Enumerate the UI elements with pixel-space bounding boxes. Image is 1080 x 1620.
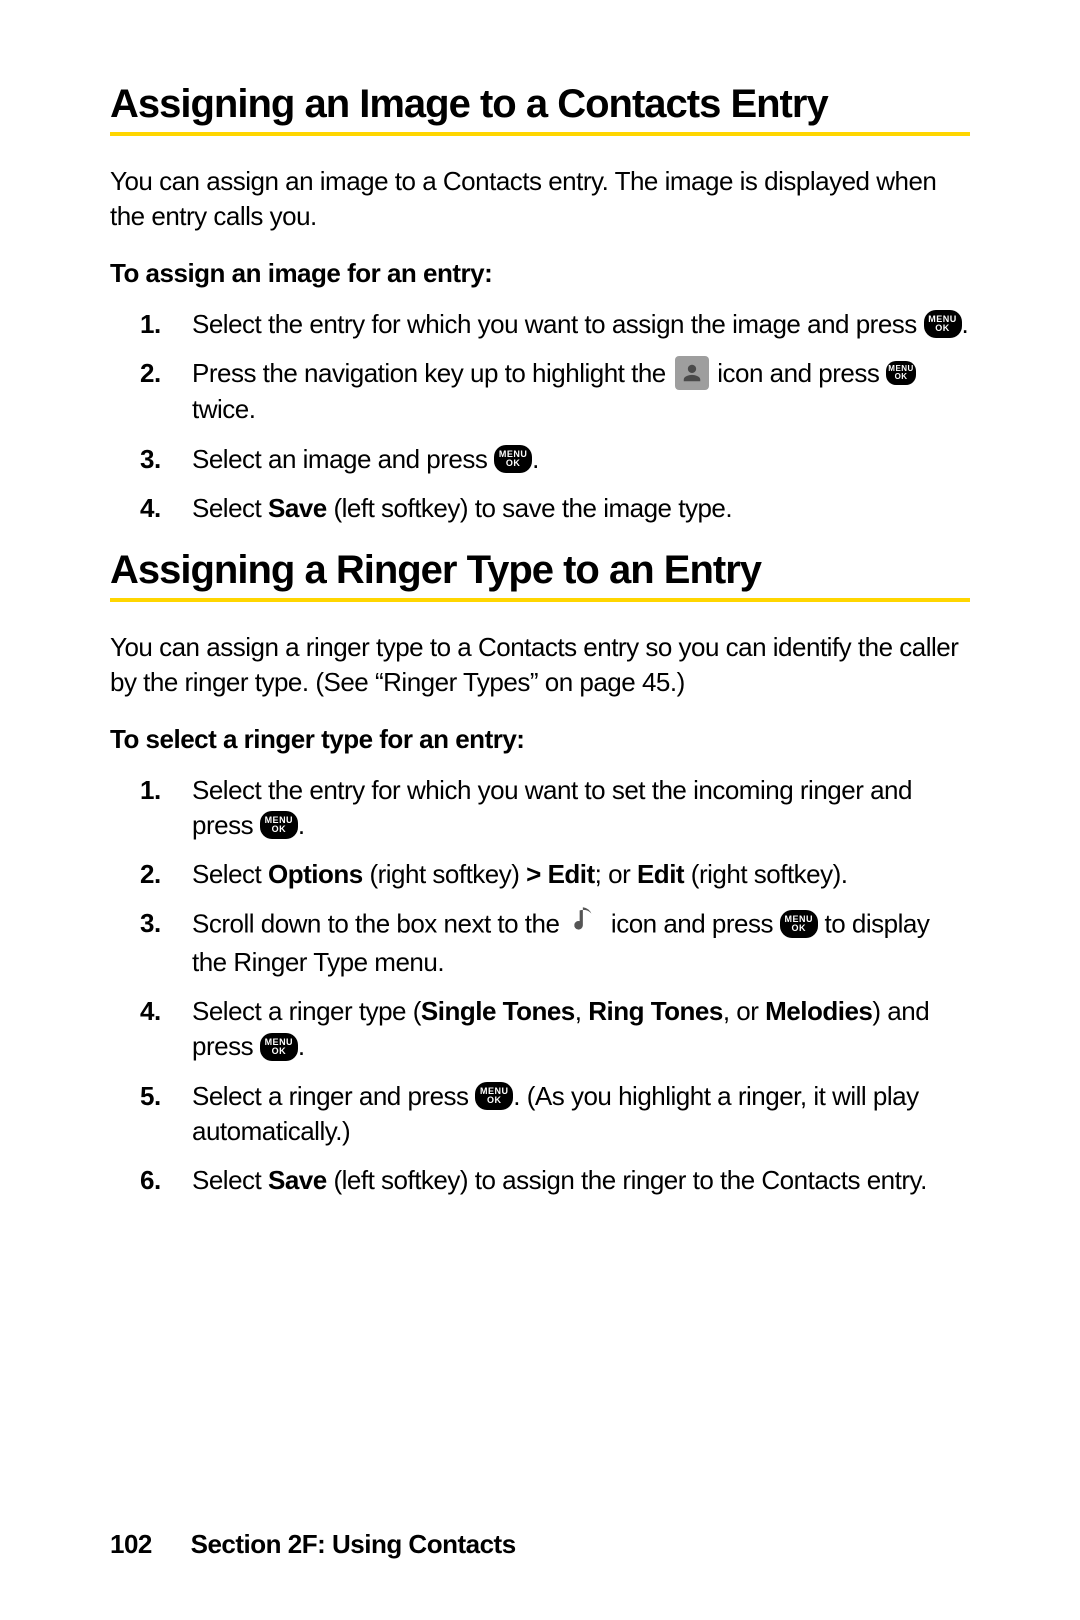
step-number: 6.	[140, 1163, 161, 1198]
step-text: .	[962, 309, 969, 339]
page-number: 102	[110, 1529, 152, 1559]
heading-underline	[110, 132, 970, 136]
step-text: Scroll down to the box next to the	[192, 909, 566, 939]
step: 2. Press the navigation key up to highli…	[180, 356, 970, 427]
step-number: 2.	[140, 356, 161, 391]
step-text: , or	[723, 996, 765, 1026]
step-text: (right softkey)	[363, 859, 526, 889]
step-number: 1.	[140, 307, 161, 342]
section1-steps: 1. Select the entry for which you want t…	[110, 307, 970, 526]
step: 4. Select Save (left softkey) to save th…	[180, 491, 970, 526]
music-note-icon	[572, 904, 598, 943]
step-number: 3.	[140, 906, 161, 941]
step-text: twice.	[192, 394, 255, 424]
step-text: Select	[192, 1165, 268, 1195]
heading-underline	[110, 598, 970, 602]
step: 6. Select Save (left softkey) to assign …	[180, 1163, 970, 1198]
step: 4. Select a ringer type (Single Tones, R…	[180, 994, 970, 1064]
section1-subhead: To assign an image for an entry:	[110, 258, 970, 289]
step-text: Select a ringer type (	[192, 996, 421, 1026]
step-text: Select a ringer and press	[192, 1081, 475, 1111]
step: 1. Select the entry for which you want t…	[180, 307, 970, 342]
bold-save: Save	[268, 493, 327, 523]
step-text: (right softkey).	[684, 859, 847, 889]
step-text: Select the entry for which you want to a…	[192, 309, 924, 339]
step-number: 3.	[140, 442, 161, 477]
bold-edit: Edit	[637, 859, 684, 889]
step-number: 4.	[140, 491, 161, 526]
menu-ok-key-icon: MENUOK	[260, 1033, 298, 1061]
step-text: (left softkey) to assign the ringer to t…	[327, 1165, 927, 1195]
section2-intro: You can assign a ringer type to a Contac…	[110, 630, 970, 700]
bold-single-tones: Single Tones	[421, 996, 575, 1026]
menu-ok-key-icon: MENUOK	[924, 310, 962, 338]
section-heading-assign-ringer: Assigning a Ringer Type to an Entry	[110, 546, 970, 594]
step-number: 2.	[140, 857, 161, 892]
step-text: .	[298, 810, 305, 840]
section2-subhead: To select a ringer type for an entry:	[110, 724, 970, 755]
step: 1. Select the entry for which you want t…	[180, 773, 970, 843]
menu-ok-key-icon: MENUOK	[260, 811, 298, 839]
bold-options: Options	[268, 859, 363, 889]
step-text: .	[532, 444, 539, 474]
menu-ok-key-icon: MENUOK	[780, 910, 818, 938]
step: 2. Select Options (right softkey) > Edit…	[180, 857, 970, 892]
step-text: (left softkey) to save the image type.	[327, 493, 732, 523]
step-number: 4.	[140, 994, 161, 1029]
step-number: 1.	[140, 773, 161, 808]
section2-steps: 1. Select the entry for which you want t…	[110, 773, 970, 1198]
step: 3. Select an image and press MENUOK.	[180, 442, 970, 477]
manual-page: Assigning an Image to a Contacts Entry Y…	[0, 0, 1080, 1620]
step-text: icon and press	[604, 909, 780, 939]
step-text: Select	[192, 859, 268, 889]
step-number: 5.	[140, 1079, 161, 1114]
step-text: Select	[192, 493, 268, 523]
step-text: ; or	[595, 859, 637, 889]
footer-section-label: Section 2F: Using Contacts	[191, 1529, 516, 1559]
step-text: Select an image and press	[192, 444, 494, 474]
section1-intro: You can assign an image to a Contacts en…	[110, 164, 970, 234]
bold-edit: > Edit	[526, 859, 595, 889]
step: 3. Scroll down to the box next to the ic…	[180, 906, 970, 980]
bold-melodies: Melodies	[765, 996, 872, 1026]
bold-save: Save	[268, 1165, 327, 1195]
menu-ok-key-icon: MENUOK	[494, 445, 532, 473]
step-text: ,	[575, 996, 588, 1026]
menu-ok-key-icon: MENUOK	[475, 1082, 513, 1110]
step-text: .	[298, 1031, 305, 1061]
section-heading-assign-image: Assigning an Image to a Contacts Entry	[110, 80, 970, 128]
menu-ok-key-icon: MENUOK	[886, 361, 916, 385]
step: 5. Select a ringer and press MENUOK. (As…	[180, 1079, 970, 1149]
contact-silhouette-icon	[675, 356, 709, 390]
step-text: icon and press	[711, 358, 887, 388]
page-footer: 102 Section 2F: Using Contacts	[110, 1529, 516, 1560]
step-text: Press the navigation key up to highlight…	[192, 358, 673, 388]
bold-ring-tones: Ring Tones	[588, 996, 723, 1026]
